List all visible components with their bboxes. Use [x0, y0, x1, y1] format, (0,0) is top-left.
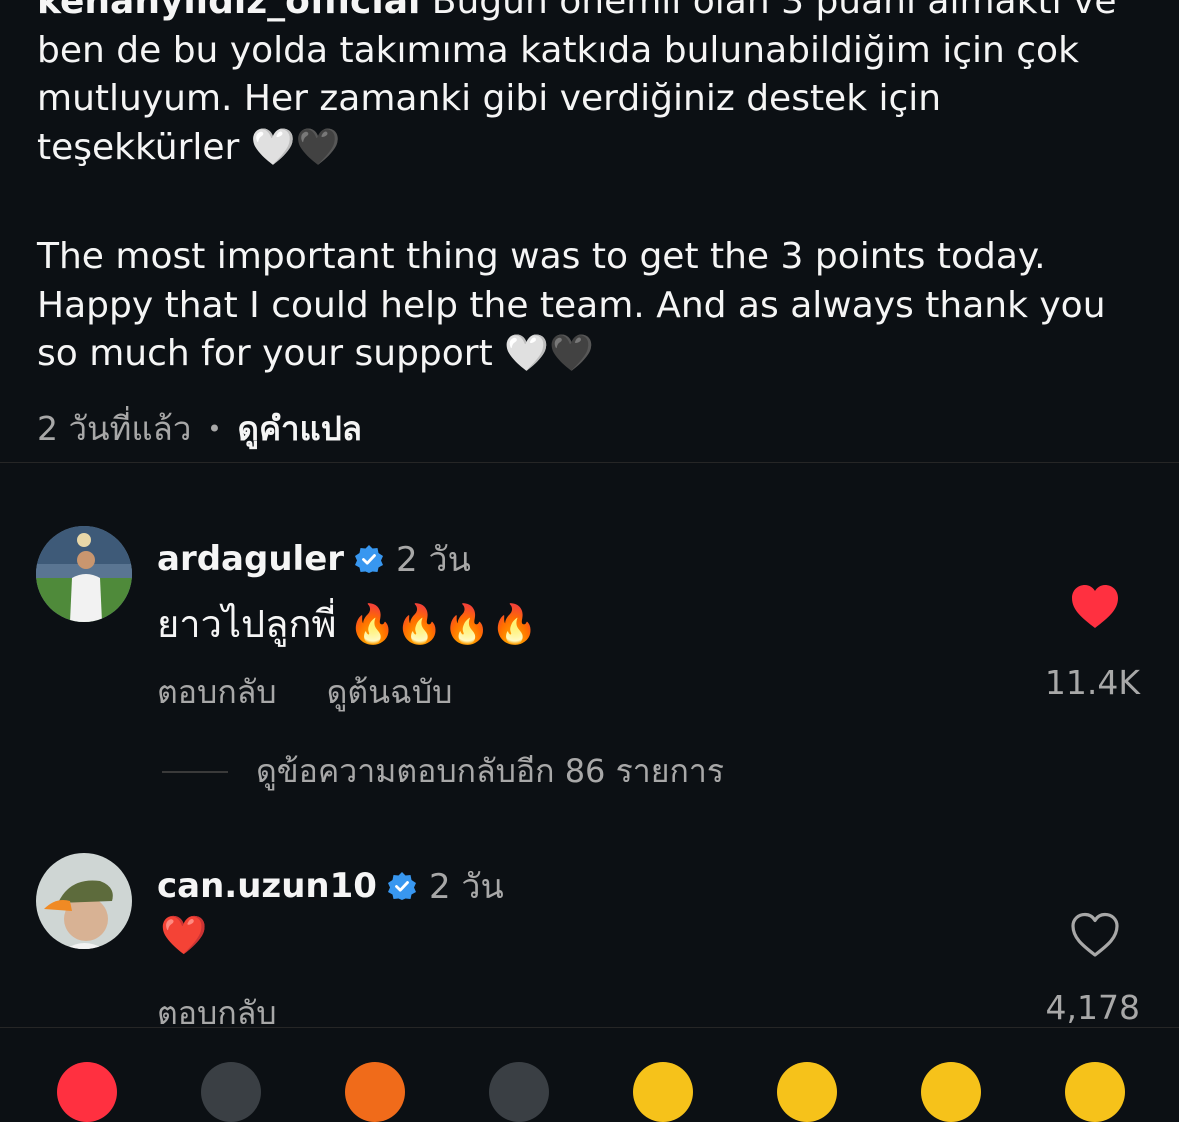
comment-text: ❤️: [160, 913, 208, 957]
comment-time: 2 วัน: [396, 540, 471, 580]
avatar-ardaguler[interactable]: [36, 526, 132, 622]
clap-emoji-icon[interactable]: [201, 1062, 261, 1122]
view-replies[interactable]: ดูข้อความตอบกลับอีก 86 รายการ: [162, 746, 724, 797]
fire-emoji-icon[interactable]: [345, 1062, 405, 1122]
heart-emoji-icon[interactable]: [57, 1062, 117, 1122]
caption-english-text: The most important thing was to get the …: [37, 236, 1106, 374]
replies-line: [162, 770, 228, 773]
avatar-can-uzun10[interactable]: [36, 853, 132, 949]
caption-username[interactable]: kenanyildiz_official: [37, 0, 420, 22]
like-count: 11.4K: [1044, 663, 1140, 702]
comment-header: can.uzun10 2 วัน: [157, 859, 504, 913]
surprised-emoji-icon[interactable]: [921, 1062, 981, 1122]
comment-username[interactable]: can.uzun10: [157, 866, 377, 906]
heart-outline-icon[interactable]: [1070, 912, 1120, 962]
caption-time: 2 วันที่แล้ว: [37, 409, 192, 448]
see-original-button[interactable]: ดูต้นฉบับ: [327, 667, 453, 718]
comment-header: ardaguler 2 วัน: [157, 532, 471, 586]
divider: [0, 462, 1179, 463]
laughing-emoji-icon[interactable]: [1065, 1062, 1125, 1122]
heart-filled-icon[interactable]: [1070, 584, 1120, 634]
like-count: 4,178: [1045, 988, 1140, 1027]
caption-meta: 2 วันที่แล้ว • ดูคำแปล: [37, 402, 362, 455]
comment-text: ยาวไปลูกพี่ 🔥🔥🔥🔥: [157, 602, 538, 646]
comment-username[interactable]: ardaguler: [157, 539, 344, 579]
verified-badge-icon: [354, 544, 384, 574]
comment-actions: ตอบกลับ ดูต้นฉบับ: [157, 667, 452, 718]
crying-emoji-icon[interactable]: [633, 1062, 693, 1122]
emoji-reaction-bar: [0, 1028, 1179, 1122]
raised-hands-emoji-icon[interactable]: [489, 1062, 549, 1122]
heart-eyes-emoji-icon[interactable]: [777, 1062, 837, 1122]
verified-badge-icon: [387, 871, 417, 901]
reply-button[interactable]: ตอบกลับ: [157, 667, 277, 718]
caption-turkish-text: Bugün önemli olan 3 puanı almaktı ve ben…: [37, 0, 1117, 168]
post-caption: kenanyildiz_official Bugün önemli olan 3…: [37, 0, 1147, 379]
view-replies-label[interactable]: ดูข้อความตอบกลับอีก 86 รายการ: [256, 746, 724, 797]
comment-time: 2 วัน: [428, 867, 504, 907]
see-translation-link[interactable]: ดูคำแปล: [238, 402, 362, 455]
meta-separator: •: [207, 414, 222, 443]
